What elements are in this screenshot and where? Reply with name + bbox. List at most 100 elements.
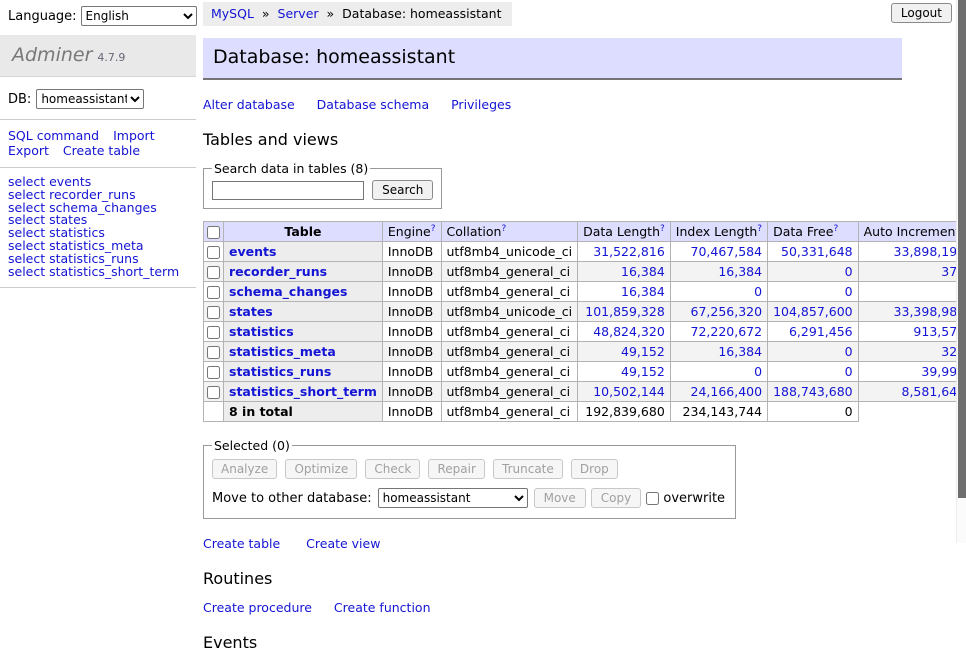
sidebar-item-select-statistics-short-term[interactable]: select statistics_short_term [8, 266, 188, 279]
move-button[interactable]: Move [534, 488, 586, 508]
data-length-link[interactable]: 48,824,320 [593, 324, 665, 339]
routine-links-row: Create procedure Create function [203, 600, 902, 615]
search-button[interactable]: Search [372, 180, 433, 200]
scrollbar-thumb[interactable] [958, 0, 966, 498]
col-header-auto-increment: Auto Increment? [858, 222, 966, 242]
help-icon[interactable]: ? [431, 224, 436, 234]
index-length-cell: 0 [670, 282, 767, 302]
db-label: DB: [8, 92, 31, 107]
breadcrumb-link-mysql[interactable]: MySQL [211, 6, 254, 21]
index-length-link[interactable]: 67,256,320 [691, 304, 763, 319]
table-name-link[interactable]: states [229, 304, 273, 319]
data-length-link[interactable]: 31,522,816 [593, 244, 665, 259]
index-length-link[interactable]: 0 [754, 284, 762, 299]
auto-increment-cell: 39,999 [858, 362, 966, 382]
data-free-link[interactable]: 50,331,648 [781, 244, 853, 259]
copy-button[interactable]: Copy [591, 488, 641, 508]
overwrite-checkbox[interactable] [646, 492, 659, 505]
data-free-link[interactable]: 0 [845, 284, 853, 299]
auto-increment-cell: 33,898,196 [858, 242, 966, 262]
search-input[interactable] [212, 181, 364, 200]
data-length-link[interactable]: 16,384 [621, 284, 665, 299]
app-version[interactable]: 4.7.9 [97, 51, 125, 64]
data-length-link[interactable]: 49,152 [621, 344, 665, 359]
scrollbar[interactable] [956, 0, 966, 543]
sidebar-link-import[interactable]: Import [113, 128, 155, 143]
row-checkbox[interactable] [207, 286, 220, 299]
help-icon[interactable]: ? [757, 224, 762, 234]
help-icon[interactable]: ? [833, 224, 838, 234]
select-all-checkbox[interactable] [207, 226, 220, 239]
table-name-link[interactable]: statistics_meta [229, 344, 336, 359]
help-icon[interactable]: ? [501, 224, 506, 234]
selected-legend: Selected (0) [212, 438, 292, 453]
create-table-link[interactable]: Create table [203, 536, 280, 551]
create-procedure-link[interactable]: Create procedure [203, 600, 312, 615]
index-length-link[interactable]: 16,384 [718, 264, 762, 279]
index-length-link[interactable]: 24,166,400 [691, 384, 763, 399]
row-checkbox[interactable] [207, 326, 220, 339]
table-name-link[interactable]: statistics_short_term [229, 384, 377, 399]
search-fieldset: Search data in tables (8) Search [203, 161, 442, 209]
data-length-link[interactable]: 16,384 [621, 264, 665, 279]
col-header-table: Table [224, 222, 383, 242]
table-name-link[interactable]: statistics_runs [229, 364, 331, 379]
data-free-link[interactable]: 0 [845, 344, 853, 359]
breadcrumb-link-server[interactable]: Server [278, 6, 319, 21]
move-database-select[interactable]: homeassistant [378, 488, 528, 508]
db-select[interactable]: homeassistant [36, 89, 144, 109]
truncate-button[interactable]: Truncate [493, 459, 563, 479]
index-length-link[interactable]: 70,467,584 [691, 244, 763, 259]
table-name-cell: events [224, 242, 383, 262]
language-select[interactable]: English [81, 6, 197, 26]
drop-button[interactable]: Drop [571, 459, 618, 479]
row-checkbox[interactable] [207, 346, 220, 359]
data-length-link[interactable]: 10,502,144 [593, 384, 665, 399]
row-checkbox[interactable] [207, 366, 220, 379]
auto-increment-cell: 6 [858, 282, 966, 302]
repair-button[interactable]: Repair [428, 459, 484, 479]
optimize-button[interactable]: Optimize [285, 459, 357, 479]
table-name-cell: schema_changes [224, 282, 383, 302]
row-checkbox[interactable] [207, 266, 220, 279]
collation-cell: utf8mb4_general_ci [441, 322, 578, 342]
auto-increment-link[interactable]: 33,398,984 [894, 304, 966, 319]
index-length-link[interactable]: 16,384 [718, 344, 762, 359]
alter-database-link[interactable]: Alter database [203, 97, 295, 112]
data-length-cell: 48,824,320 [578, 322, 671, 342]
data-free-link[interactable]: 0 [845, 364, 853, 379]
sidebar-link-create-table[interactable]: Create table [63, 143, 140, 158]
total-empty-cell [858, 402, 966, 422]
auto-increment-link[interactable]: 33,898,196 [894, 244, 966, 259]
table-name-link[interactable]: statistics [229, 324, 294, 339]
sidebar-link-export[interactable]: Export [8, 143, 49, 158]
index-length-link[interactable]: 72,220,672 [691, 324, 763, 339]
check-button[interactable]: Check [365, 459, 420, 479]
table-name-link[interactable]: events [229, 244, 276, 259]
data-length-link[interactable]: 49,152 [621, 364, 665, 379]
col-header-engine: Engine? [382, 222, 441, 242]
analyze-button[interactable]: Analyze [212, 459, 277, 479]
create-function-link[interactable]: Create function [334, 600, 431, 615]
data-free-link[interactable]: 104,857,600 [773, 304, 853, 319]
row-checkbox[interactable] [207, 386, 220, 399]
index-length-link[interactable]: 0 [754, 364, 762, 379]
create-view-link[interactable]: Create view [306, 536, 380, 551]
table-name-cell: statistics_short_term [224, 382, 383, 402]
help-icon[interactable]: ? [660, 224, 665, 234]
data-free-link[interactable]: 6,291,456 [789, 324, 853, 339]
data-free-link[interactable]: 0 [845, 264, 853, 279]
sidebar-link-sql-command[interactable]: SQL command [8, 128, 99, 143]
data-length-cell: 49,152 [578, 362, 671, 382]
table-row: statistics_metaInnoDButf8mb4_general_ci4… [204, 342, 966, 362]
privileges-link[interactable]: Privileges [451, 97, 511, 112]
database-schema-link[interactable]: Database schema [317, 97, 429, 112]
table-name-link[interactable]: schema_changes [229, 284, 347, 299]
logout-button[interactable]: Logout [891, 3, 952, 23]
data-length-link[interactable]: 101,859,328 [585, 304, 665, 319]
row-checkbox[interactable] [207, 246, 220, 259]
table-name-link[interactable]: recorder_runs [229, 264, 327, 279]
data-free-link[interactable]: 188,743,680 [773, 384, 853, 399]
data-length-cell: 49,152 [578, 342, 671, 362]
row-checkbox[interactable] [207, 306, 220, 319]
